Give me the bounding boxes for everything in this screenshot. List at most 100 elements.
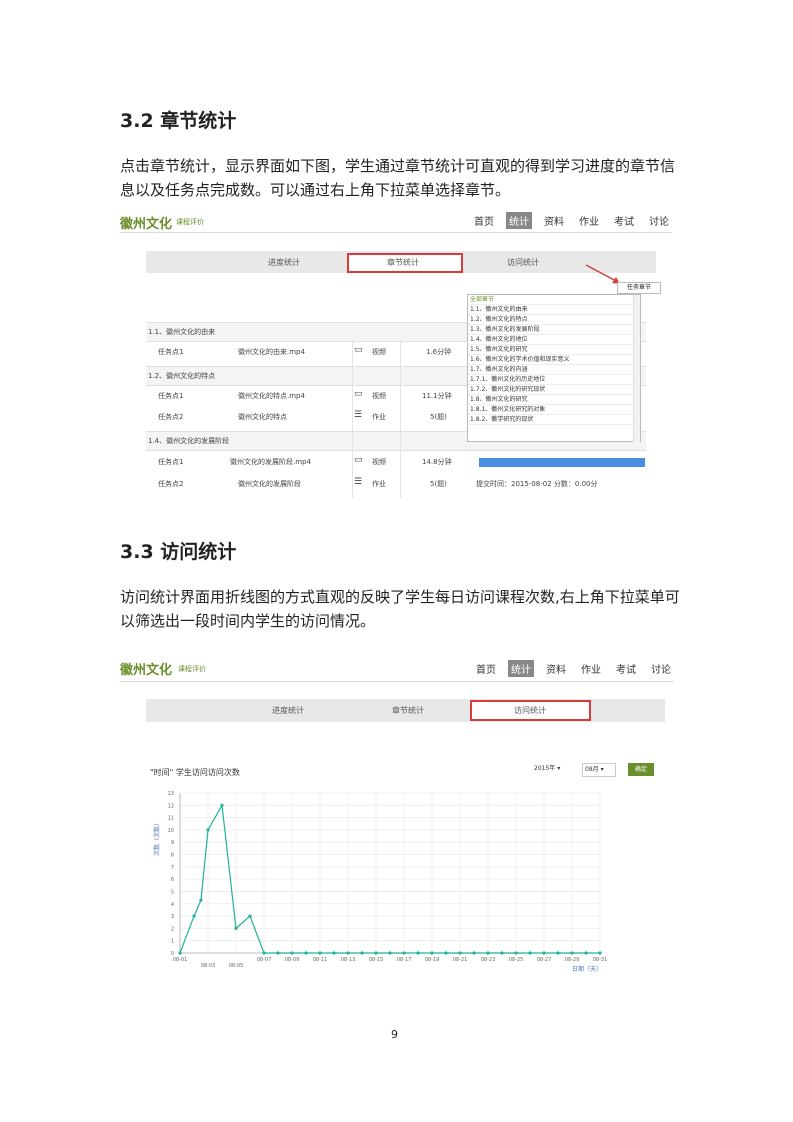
year-select-value: 2015年 — [534, 765, 556, 772]
tab-visits[interactable]: 访问统计 — [507, 257, 539, 268]
task-name[interactable]: 徽州文化的发展阶段 — [238, 479, 301, 489]
x-axis-label: 日期（天） — [572, 965, 602, 973]
data-point — [318, 951, 322, 955]
data-point — [332, 951, 336, 955]
data-point — [262, 951, 266, 955]
data-point — [430, 951, 434, 955]
data-point — [206, 828, 210, 832]
nav-discussion[interactable]: 讨论 — [648, 660, 674, 677]
tab-chapter: 章节统计 — [387, 258, 419, 267]
data-point — [486, 951, 490, 955]
chapter-title: 1.4、徽州文化的发展阶段 — [148, 437, 230, 445]
task-name[interactable]: 徽州文化的发展阶段.mp4 — [230, 457, 311, 467]
y-tick-label: 9 — [171, 840, 174, 846]
task-count: 5(题) — [430, 413, 447, 421]
app-nav: 首页 统计 资料 作业 考试 讨论 — [473, 660, 674, 677]
month-select[interactable]: 08月 ▾ — [582, 763, 616, 777]
nav-resources[interactable]: 资料 — [543, 660, 569, 677]
data-point — [178, 951, 182, 955]
x-tick-label: 08-31 — [593, 957, 608, 963]
y-tick-label: 13 — [168, 791, 174, 797]
data-point — [472, 951, 476, 955]
task-name[interactable]: 徽州文化的特点 — [238, 412, 287, 422]
nav-discussion[interactable]: 讨论 — [646, 212, 672, 229]
chapter-dropdown[interactable]: 全部章节 1.1、徽州文化的由来 1.2、徽州文化的特点 1.3、徽州文化的发展… — [467, 294, 641, 442]
dropdown-option[interactable]: 1.5、徽州文化的研究 — [468, 345, 640, 355]
tab-progress[interactable]: 进度统计 — [272, 705, 304, 716]
dropdown-option[interactable]: 1.2、徽州文化的特点 — [468, 315, 640, 325]
nav-homework[interactable]: 作业 — [578, 660, 604, 677]
task-label: 任务点1 — [158, 392, 184, 400]
data-point — [402, 951, 406, 955]
task-name[interactable]: 徽州文化的特点.mp4 — [238, 391, 305, 401]
dropdown-option[interactable]: 1.8.1、徽州文化研究的对象 — [468, 405, 640, 415]
dropdown-option[interactable]: 1.4、徽州文化的地位 — [468, 335, 640, 345]
tab-progress[interactable]: 进度统计 — [268, 257, 300, 268]
dropdown-option[interactable]: 1.8.2、徽学研究的现状 — [468, 415, 640, 425]
task-duration: 14.8分钟 — [422, 458, 452, 466]
app-logo[interactable]: 徽州文化 — [120, 659, 172, 678]
dropdown-option[interactable]: 1.6、徽州文化的学术价值和现实意义 — [468, 355, 640, 365]
task-row: 任务点1 徽州文化的发展阶段.mp4 ▭ 视频 14.8分钟 — [146, 453, 646, 473]
section-paragraph-3-2: 点击章节统计，显示界面如下图，学生通过章节统计可直观的得到学习进度的章节信息以及… — [120, 157, 676, 199]
data-point — [220, 803, 224, 807]
data-point — [304, 951, 308, 955]
app-logo[interactable]: 徽州文化 — [120, 213, 172, 232]
dropdown-scrollbar[interactable] — [633, 295, 640, 442]
nav-exam[interactable]: 考试 — [611, 212, 637, 229]
nav-home[interactable]: 首页 — [471, 212, 497, 229]
task-duration: 1.6分钟 — [426, 348, 452, 356]
nav-stats[interactable]: 统计 — [508, 660, 534, 677]
chapter-title: 1.2、徽州文化的特点 — [148, 372, 216, 380]
tab-visits: 访问统计 — [514, 706, 546, 715]
dropdown-option[interactable]: 1.1、徽州文化的由来 — [468, 305, 640, 315]
dropdown-option[interactable]: 1.7、徽州文化的内涵 — [468, 365, 640, 375]
data-point — [444, 951, 448, 955]
dropdown-option[interactable]: 1.7.2、徽州文化的研究现状 — [468, 385, 640, 395]
x-tick-label: 08-19 — [425, 957, 440, 963]
page-number: 9 — [391, 1028, 398, 1041]
tab-chapter[interactable]: 章节统计 — [392, 705, 424, 716]
submission-info: 提交时间：2015-08-02 分数：0.00分 — [476, 480, 598, 488]
data-point — [598, 951, 602, 955]
task-type: 作业 — [372, 413, 386, 421]
data-point — [584, 951, 588, 955]
x-tick-label: 08-01 — [173, 957, 188, 963]
y-tick-label: 5 — [171, 889, 174, 895]
x-tick-label: 08-07 — [257, 957, 272, 963]
confirm-button[interactable]: 确定 — [628, 763, 654, 776]
tab-visits-highlight[interactable]: 访问统计 — [470, 700, 591, 721]
data-point — [192, 914, 196, 918]
video-icon: ▭ — [354, 345, 363, 355]
nav-homework[interactable]: 作业 — [576, 212, 602, 229]
data-point — [458, 951, 462, 955]
data-point — [500, 951, 504, 955]
dropdown-option[interactable]: 1.3、徽州文化的发展阶段 — [468, 325, 640, 335]
data-point — [234, 926, 238, 930]
y-tick-label: 11 — [168, 816, 174, 822]
data-point — [528, 951, 532, 955]
year-select[interactable]: 2015年 ▾ — [534, 763, 568, 775]
chart-title: "时间" 学生访问访问次数 — [150, 768, 240, 777]
nav-home[interactable]: 首页 — [473, 660, 499, 677]
task-label: 任务点1 — [158, 458, 184, 466]
y-tick-label: 2 — [171, 926, 174, 932]
nav-stats[interactable]: 统计 — [506, 212, 532, 229]
tab-chapter-highlight[interactable]: 章节统计 — [347, 253, 463, 273]
dropdown-option[interactable]: 全部章节 — [468, 295, 640, 305]
column-divider — [352, 342, 353, 498]
x-tick-label: 08-21 — [453, 957, 468, 963]
visits-line-chart: 01234567891011121308-01 08-07 08-09 08-11 08… — [153, 791, 608, 973]
y-tick-label: 7 — [171, 865, 174, 871]
app-topbar: 徽州文化 课程评价 首页 统计 资料 作业 考试 讨论 — [120, 655, 674, 682]
dropdown-option[interactable]: 1.8、徽州文化的研究 — [468, 395, 640, 405]
chevron-down-icon: ▾ — [600, 766, 604, 773]
data-point — [388, 951, 392, 955]
chapter-select-button[interactable]: 任务章节 — [617, 282, 661, 294]
nav-resources[interactable]: 资料 — [541, 212, 567, 229]
app-nav: 首页 统计 资料 作业 考试 讨论 — [471, 212, 672, 229]
task-name[interactable]: 徽州文化的由来.mp4 — [238, 347, 305, 357]
dropdown-option[interactable]: 1.7.1、徽州文化的历史地位 — [468, 375, 640, 385]
stats-tabbar: 进度统计 章节统计 访问统计 — [146, 251, 656, 273]
nav-exam[interactable]: 考试 — [613, 660, 639, 677]
